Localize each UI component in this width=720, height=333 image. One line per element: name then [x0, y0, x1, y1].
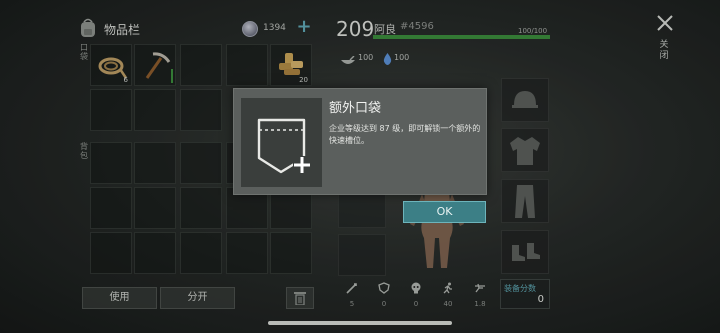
- extra-pocket-dialog: 额外口袋 企业等级达到 87 级，即可解锁一个额外的快速槽位。: [233, 88, 487, 195]
- pocket-icon-box: [241, 98, 322, 187]
- dialog-message: 企业等级达到 87 级，即可解锁一个额外的快速槽位。: [329, 124, 481, 145]
- home-indicator[interactable]: [268, 321, 452, 325]
- dialog-title: 额外口袋: [329, 101, 382, 116]
- pocket-icon: [257, 118, 311, 174]
- ok-button[interactable]: OK: [403, 201, 486, 223]
